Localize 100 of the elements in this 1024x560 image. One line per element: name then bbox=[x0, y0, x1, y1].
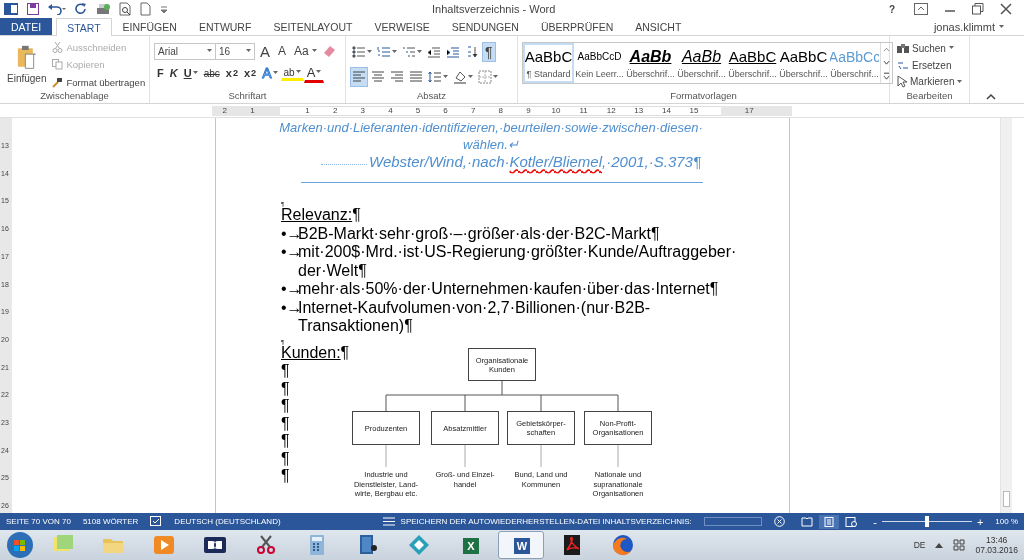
caret-icon bbox=[207, 49, 212, 53]
bullet-text: B2B-Markt·sehr·groß·–·größer·als·der·B2C-Markt¶ bbox=[298, 224, 660, 243]
language-indicator[interactable]: DEUTSCH (DEUTSCHLAND) bbox=[174, 517, 281, 526]
taskbar-app-button[interactable]: W bbox=[498, 531, 544, 559]
font-format-button[interactable]: A bbox=[275, 43, 290, 59]
zoom-in-button[interactable]: + bbox=[976, 515, 984, 528]
font-format-button[interactable]: Aa bbox=[291, 43, 320, 59]
caret-icon bbox=[192, 71, 198, 75]
new-document-icon[interactable] bbox=[140, 2, 151, 16]
style-preset[interactable]: AaBbCcD Kein Leerr... bbox=[574, 43, 625, 83]
ribbon-tab[interactable]: SENDUNGEN bbox=[440, 18, 530, 35]
caret-icon bbox=[272, 71, 278, 75]
style-preset[interactable]: AaBbC ¶ Standard bbox=[523, 43, 574, 83]
font-format-button[interactable]: K bbox=[166, 66, 181, 80]
caret-icon bbox=[392, 50, 397, 54]
quote-text: Marken·und·Lieferanten·identifizieren,·beurteilen·sowie·zwischen·diesen· wählen.↵ bbox=[278, 119, 704, 154]
ribbon-tab[interactable]: ANSICHT bbox=[624, 18, 693, 35]
font-format-button[interactable]: ab bbox=[280, 65, 304, 81]
page-count[interactable]: SEITE 70 VON 70 bbox=[6, 517, 71, 526]
font-format-button[interactable]: U bbox=[180, 66, 201, 80]
style-preset[interactable]: AaBbC Überschrif... bbox=[778, 43, 829, 83]
ruler-number: 3 bbox=[360, 106, 365, 115]
bullet-text: mehr·als·50%·der·Unternehmen·kaufen·über·das·Internet¶ bbox=[298, 280, 719, 299]
cancel-icon[interactable] bbox=[774, 516, 786, 527]
show-formatting-button[interactable]: ¶ bbox=[482, 42, 496, 62]
printer-icon[interactable] bbox=[96, 2, 110, 16]
collapse-ribbon-icon[interactable] bbox=[986, 93, 996, 100]
word-count[interactable]: 5108 WÖRTER bbox=[82, 517, 139, 526]
proofing-icon[interactable] bbox=[150, 516, 163, 527]
replace-icon bbox=[897, 59, 909, 71]
font-format-button[interactable]: F bbox=[154, 66, 167, 80]
select-button[interactable]: Markieren bbox=[894, 73, 965, 90]
font-format-button[interactable]: abc bbox=[200, 66, 223, 80]
clock-time[interactable]: 13:46 bbox=[986, 535, 1008, 545]
user-account[interactable]: jonas.klimmt bbox=[933, 18, 1024, 35]
paragraph-mark: ¶ bbox=[281, 449, 290, 467]
ribbon-tab[interactable]: DATEI bbox=[0, 18, 53, 35]
paintbrush-icon bbox=[52, 76, 64, 88]
font-size-field[interactable]: 16 bbox=[215, 42, 255, 60]
replace-button[interactable]: Ersetzen bbox=[894, 56, 965, 74]
print-layout-button[interactable] bbox=[819, 514, 840, 529]
style-preset[interactable]: AaBb Überschrif... bbox=[676, 43, 727, 83]
macro-icon[interactable] bbox=[382, 517, 395, 526]
vertical-scrollbar[interactable] bbox=[1000, 118, 1012, 513]
help-button[interactable]: ? bbox=[885, 2, 898, 16]
globe-icon bbox=[611, 533, 635, 557]
group-label: Formatvorlagen bbox=[669, 90, 738, 103]
bullet-list-icon bbox=[352, 45, 366, 59]
ribbon-tab[interactable]: START bbox=[56, 18, 112, 36]
font-format-button[interactable]: A bbox=[259, 64, 281, 82]
customize-icon[interactable] bbox=[160, 4, 168, 14]
ruler-number: 1 bbox=[250, 106, 255, 115]
leader-line bbox=[321, 164, 367, 165]
ruler-number: 4 bbox=[388, 106, 393, 115]
format-painter-button[interactable]: Format übertragen bbox=[49, 74, 149, 90]
undo-icon[interactable] bbox=[48, 3, 66, 15]
autosave-status: SPEICHERN DER AUTOWIEDERHERSTELLEN-DATEI INHALTSVERZEICHNIS: bbox=[400, 517, 692, 526]
horizontal-ruler[interactable]: 2 1 1 2 3 4 5 6 7 8 9 10 11 12 13 14 15 17 bbox=[0, 104, 1024, 118]
find-button[interactable]: Suchen bbox=[894, 40, 965, 57]
print-preview-icon[interactable] bbox=[119, 2, 131, 16]
tray-arrow-icon[interactable] bbox=[935, 542, 944, 548]
clock-date[interactable]: 07.03.2016 bbox=[975, 545, 1018, 555]
save-icon[interactable] bbox=[27, 3, 39, 15]
clipboard-icon bbox=[15, 44, 38, 70]
restore-icon[interactable] bbox=[972, 3, 984, 15]
ribbon-tab[interactable]: SEITENLAYOUT bbox=[262, 18, 364, 35]
font-name-field[interactable]: Arial bbox=[154, 42, 216, 60]
ribbon-display-icon[interactable] bbox=[914, 3, 928, 15]
slider-thumb[interactable] bbox=[924, 516, 929, 527]
paragraph-mark: ¶ bbox=[281, 414, 290, 432]
group-label: Bearbeiten bbox=[905, 90, 954, 103]
line-spacing-icon bbox=[428, 70, 442, 84]
zoom-out-button[interactable]: - bbox=[873, 515, 877, 528]
font-format-button[interactable]: A bbox=[257, 41, 273, 61]
start-button-icon[interactable] bbox=[6, 531, 34, 559]
style-preset[interactable]: AaBbC Überschrif... bbox=[727, 43, 778, 83]
zoom-level[interactable]: 100 % bbox=[995, 517, 1018, 526]
ribbon-tab[interactable]: ÜBERPRÜFEN bbox=[529, 18, 625, 35]
ribbon-tab[interactable]: ENTWURF bbox=[187, 18, 263, 35]
redo-icon[interactable] bbox=[75, 3, 87, 15]
ruler-number: 5 bbox=[415, 106, 421, 115]
paste-button[interactable]: Einfügen bbox=[4, 38, 50, 90]
bullet-mark: •→ bbox=[281, 298, 298, 318]
bullet-mark: •→ bbox=[281, 224, 298, 243]
taskbar-app-button[interactable]: X bbox=[447, 531, 493, 559]
ribbon-tab[interactable]: EINFÜGEN bbox=[111, 18, 188, 35]
font-format-button[interactable]: A bbox=[303, 63, 325, 83]
ribbon-tab[interactable]: VERWEISE bbox=[363, 18, 441, 35]
keyboard-language[interactable]: DE bbox=[913, 540, 926, 550]
paragraph-mark: ¶ bbox=[281, 362, 290, 379]
app-logo-icon[interactable] bbox=[4, 2, 18, 16]
connector-line bbox=[617, 444, 619, 468]
ruler-number: 2 bbox=[332, 106, 338, 115]
style-preset[interactable]: AaBb Überschrif... bbox=[625, 43, 676, 83]
page-view-icon bbox=[845, 516, 858, 527]
caret-icon bbox=[443, 75, 448, 79]
ruler-number: 13 bbox=[634, 106, 644, 115]
page-view-icon bbox=[823, 516, 836, 527]
close-icon[interactable] bbox=[1000, 3, 1012, 15]
caret-icon bbox=[957, 79, 963, 84]
